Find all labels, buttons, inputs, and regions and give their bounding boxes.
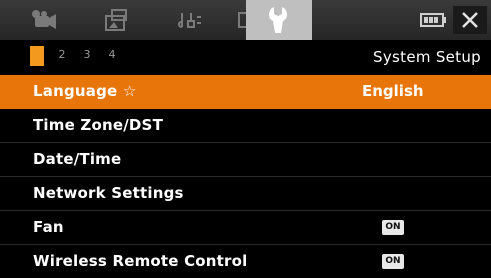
menu-item-label: Fan [33,218,64,236]
menu-item-network-settings[interactable]: Network Settings [0,177,491,211]
tab-camera[interactable] [10,0,74,40]
battery-icon [420,13,446,27]
setup-menu-list: Language ☆ English Time Zone/DST Date/Ti… [0,75,491,278]
movie-camera-icon [32,10,56,29]
menu-item-label: Date/Time [33,150,122,168]
menu-item-label: Network Settings [33,184,184,202]
close-icon [462,12,478,28]
menu-item-label: Language ☆ [33,82,137,100]
section-title: System Setup [373,48,481,66]
menu-item-date-time[interactable]: Date/Time [0,143,491,177]
close-button[interactable] [453,6,487,34]
menu-item-wireless-remote[interactable]: Wireless Remote Control ON [0,245,491,278]
audio-mic-icon [177,13,201,28]
page-4-indicator[interactable]: 4 [105,48,119,61]
tab-audio[interactable] [158,0,222,40]
menu-tab-bar [0,0,491,40]
menu-item-label: Time Zone/DST [33,116,163,134]
page-indicator-row: 1 2 3 4 System Setup [0,41,491,73]
tab-playback[interactable] [84,0,148,40]
menu-item-value: English [362,82,424,100]
menu-item-time-zone[interactable]: Time Zone/DST [0,109,491,143]
menu-screen: 1 2 3 4 System Setup Language ☆ English … [0,0,491,278]
wrench-icon [269,7,287,33]
status-badge: ON [382,220,404,235]
page-1-indicator[interactable]: 1 [30,46,44,66]
menu-item-label: Wireless Remote Control [33,252,248,270]
menu-item-fan[interactable]: Fan ON [0,211,491,245]
tab-setup[interactable] [246,0,312,40]
status-badge: ON [382,254,404,269]
menu-item-language[interactable]: Language ☆ English [0,75,491,109]
page-3-indicator[interactable]: 3 [80,48,94,61]
page-2-indicator[interactable]: 2 [55,48,69,61]
photo-playback-icon [105,9,127,31]
